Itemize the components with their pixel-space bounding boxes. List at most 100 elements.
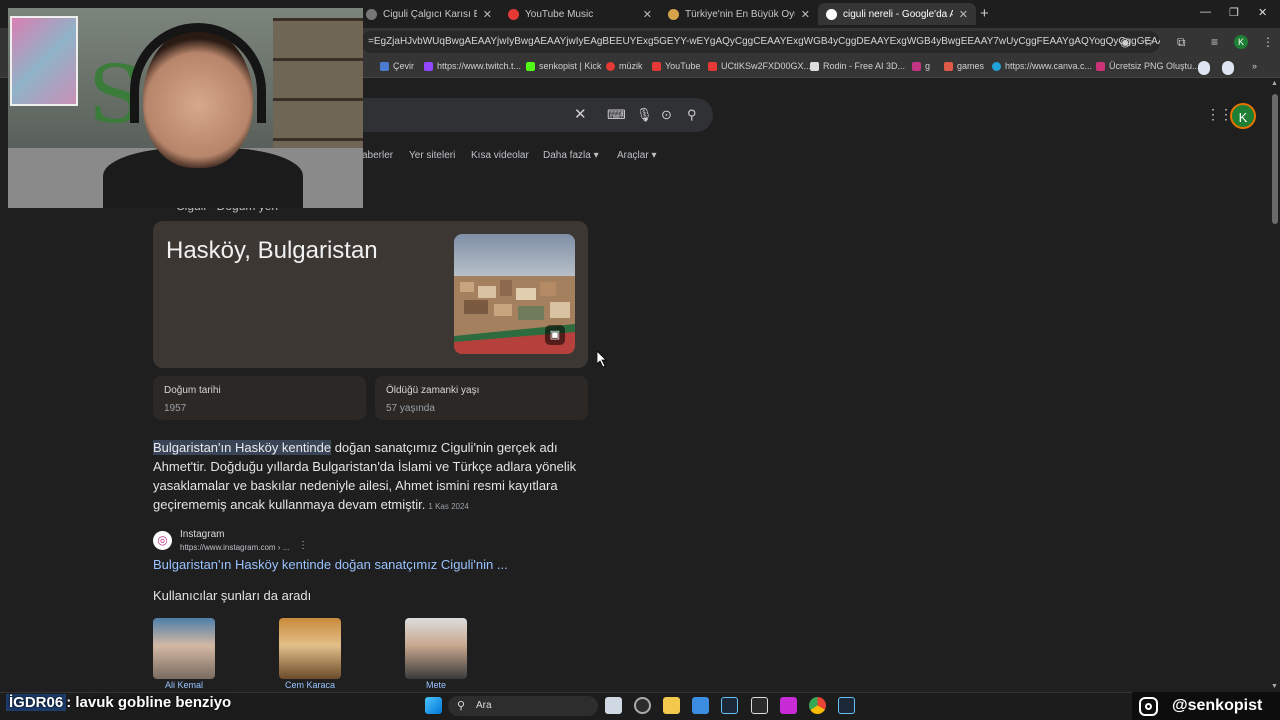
minimize-icon[interactable]: — [1200,6,1211,18]
youtube-music-icon [508,8,519,20]
file-explorer-icon[interactable] [663,697,680,714]
tab-title: ciguli nereli - Google'da Ara [843,8,953,20]
epic-games-icon[interactable] [751,697,768,714]
fact-age-at-death[interactable]: Öldüğü zamanki yaşı 57 yaşında [375,376,588,420]
bookmark-label: https://www.canva.c... [1005,61,1093,71]
person-card[interactable]: Mete [405,618,467,690]
bookmark-item[interactable]: müzik [606,61,643,71]
extensions-icon[interactable]: ⧉ [1177,35,1186,50]
lens-icon[interactable]: ⊙ [661,107,672,123]
bookmark-item[interactable] [1198,61,1214,75]
search-icon[interactable]: ⚲ [687,107,697,123]
image-icon: ▣ [545,325,565,345]
more-options-icon[interactable]: ⋮ [298,540,308,551]
snippet-highlight: Bulgaristan'ın Hasköy kentinde [153,440,332,455]
png-icon [1096,61,1105,71]
tab-places[interactable]: Yer siteleri [409,150,455,161]
steam-icon[interactable] [721,697,738,714]
tab-title: Ciguli Çalgıcı Karısı Binnaz 199... [383,8,477,20]
bookmark-item[interactable]: UCtIKSw2FXD00GX... [708,61,811,71]
chat-app-icon[interactable] [634,697,651,714]
bookmark-icon [912,61,921,71]
person-card[interactable]: Cem Karaca [279,618,341,690]
media-controls-icon[interactable]: ≡ [1211,35,1218,49]
bookmark-item[interactable]: Çevir [380,61,414,71]
search-box[interactable]: ✕ ⌨ 🎙 ⊙ ⚲ [340,98,713,132]
social-handle-overlay: @senkopist [1132,692,1280,720]
scroll-down-icon[interactable]: ▼ [1271,683,1278,690]
city-photo[interactable]: ▣ [454,234,575,354]
profile-avatar[interactable]: K [1234,35,1248,49]
tab-youtube-music[interactable]: YouTube Music ✕ [500,3,660,25]
bookmark-icon [1222,61,1234,75]
bookmark-icon [1198,61,1210,75]
tab-tools[interactable]: Araçlar ▾ [617,150,656,161]
taskbar-search-placeholder: Ara [476,700,492,711]
taskbar-search[interactable]: ⚲ Ara [448,696,598,716]
google-icon [826,8,837,20]
page-scrollbar[interactable]: ▲ ▼ [1270,78,1280,692]
bookmark-star-icon[interactable]: ☆ [1143,35,1154,49]
translate-icon [380,61,389,71]
bookmark-item[interactable] [1222,61,1238,75]
bookmark-item[interactable]: Rodin - Free AI 3D... [810,61,905,71]
search-icon: ⚲ [457,700,466,712]
tab-ciguli-calgici[interactable]: Ciguli Çalgıcı Karısı Binnaz 199... ✕ [358,3,500,25]
bookmark-item[interactable]: https://www.twitch.t... [424,61,521,71]
keyboard-icon[interactable]: ⌨ [607,107,626,123]
person-photo [405,618,467,679]
tab-turkiye-oyuncu[interactable]: Türkiye'nin En Büyük Oyuncu D... ✕ [660,3,818,25]
tab-google-search[interactable]: ciguli nereli - Google'da Ara ✕ [818,3,976,25]
tab-news[interactable]: aberler [362,150,393,161]
new-tab-button[interactable]: + [980,5,989,22]
person-photo [153,618,215,679]
account-avatar[interactable]: K [1230,103,1256,129]
tab-more[interactable]: Daha fazla ▾ [543,150,599,161]
close-icon[interactable]: ✕ [643,8,652,21]
chat-username: İGDR06 [6,694,67,711]
webcam-overlay: S [8,8,363,208]
fact-birth-date[interactable]: Doğum tarihi 1957 [153,376,366,420]
snippet-date: 1 Kas 2024 [428,502,469,511]
person-card[interactable]: Ali Kemal [153,618,215,690]
games-icon [944,61,953,71]
bookmark-label: https://www.twitch.t... [437,61,522,71]
close-window-icon[interactable]: ✕ [1258,6,1267,19]
app-icon[interactable] [780,697,797,714]
bookmarks-overflow-button[interactable]: » [1252,61,1257,71]
fact-value: 57 yaşında [386,403,435,414]
tab-favicon [366,8,377,20]
chat-overlay: İGDR06: lavuk gobline benziyo [6,694,231,711]
bookmark-item[interactable]: https://www.canva.c... [992,61,1092,71]
bookmark-item[interactable]: senkopist | Kick [526,61,601,71]
bookmark-item[interactable]: g [912,61,930,71]
social-handle: @senkopist [1172,697,1263,714]
store-icon[interactable] [692,697,709,714]
scrollbar-thumb[interactable] [1272,94,1278,224]
close-icon[interactable]: ✕ [483,8,492,21]
fact-value: 1957 [164,403,187,414]
address-bar[interactable]: =EgZjaHJvbWUqBwgAEAAYjwIyBwgAEAAYjwIyEAg… [360,31,1160,53]
scroll-up-icon[interactable]: ▲ [1271,80,1278,87]
chat-message: : lavuk gobline benziyo [66,694,232,711]
result-title-link[interactable]: Bulgaristan'ın Hasköy kentinde doğan san… [153,557,508,572]
menu-icon[interactable]: ⋮ [1262,35,1274,49]
tab-short-videos[interactable]: Kısa videolar [471,150,529,161]
steam-icon[interactable] [838,697,855,714]
bookmark-item[interactable]: YouTube [652,61,700,71]
windows-start-icon[interactable] [425,697,442,714]
close-icon[interactable]: ✕ [959,8,968,21]
bookmark-item[interactable]: Ücretsiz PNG Oluştu... [1096,61,1200,71]
bookmark-label: müzik [619,61,643,71]
bookmark-label: senkopist | Kick [539,61,602,71]
eye-off-icon[interactable]: ◉ [1120,35,1130,49]
bookmark-item[interactable]: games [944,61,984,71]
clear-icon[interactable]: ✕ [574,105,587,123]
featured-snippet: Bulgaristan'ın Hasköy kentinde doğan san… [153,438,590,516]
chrome-icon[interactable] [809,697,826,714]
close-icon[interactable]: ✕ [801,8,810,21]
restore-icon[interactable]: ❐ [1229,6,1239,19]
microphone-icon[interactable]: 🎙 [636,107,653,123]
task-view-icon[interactable] [605,697,622,714]
youtube-icon [708,61,717,71]
